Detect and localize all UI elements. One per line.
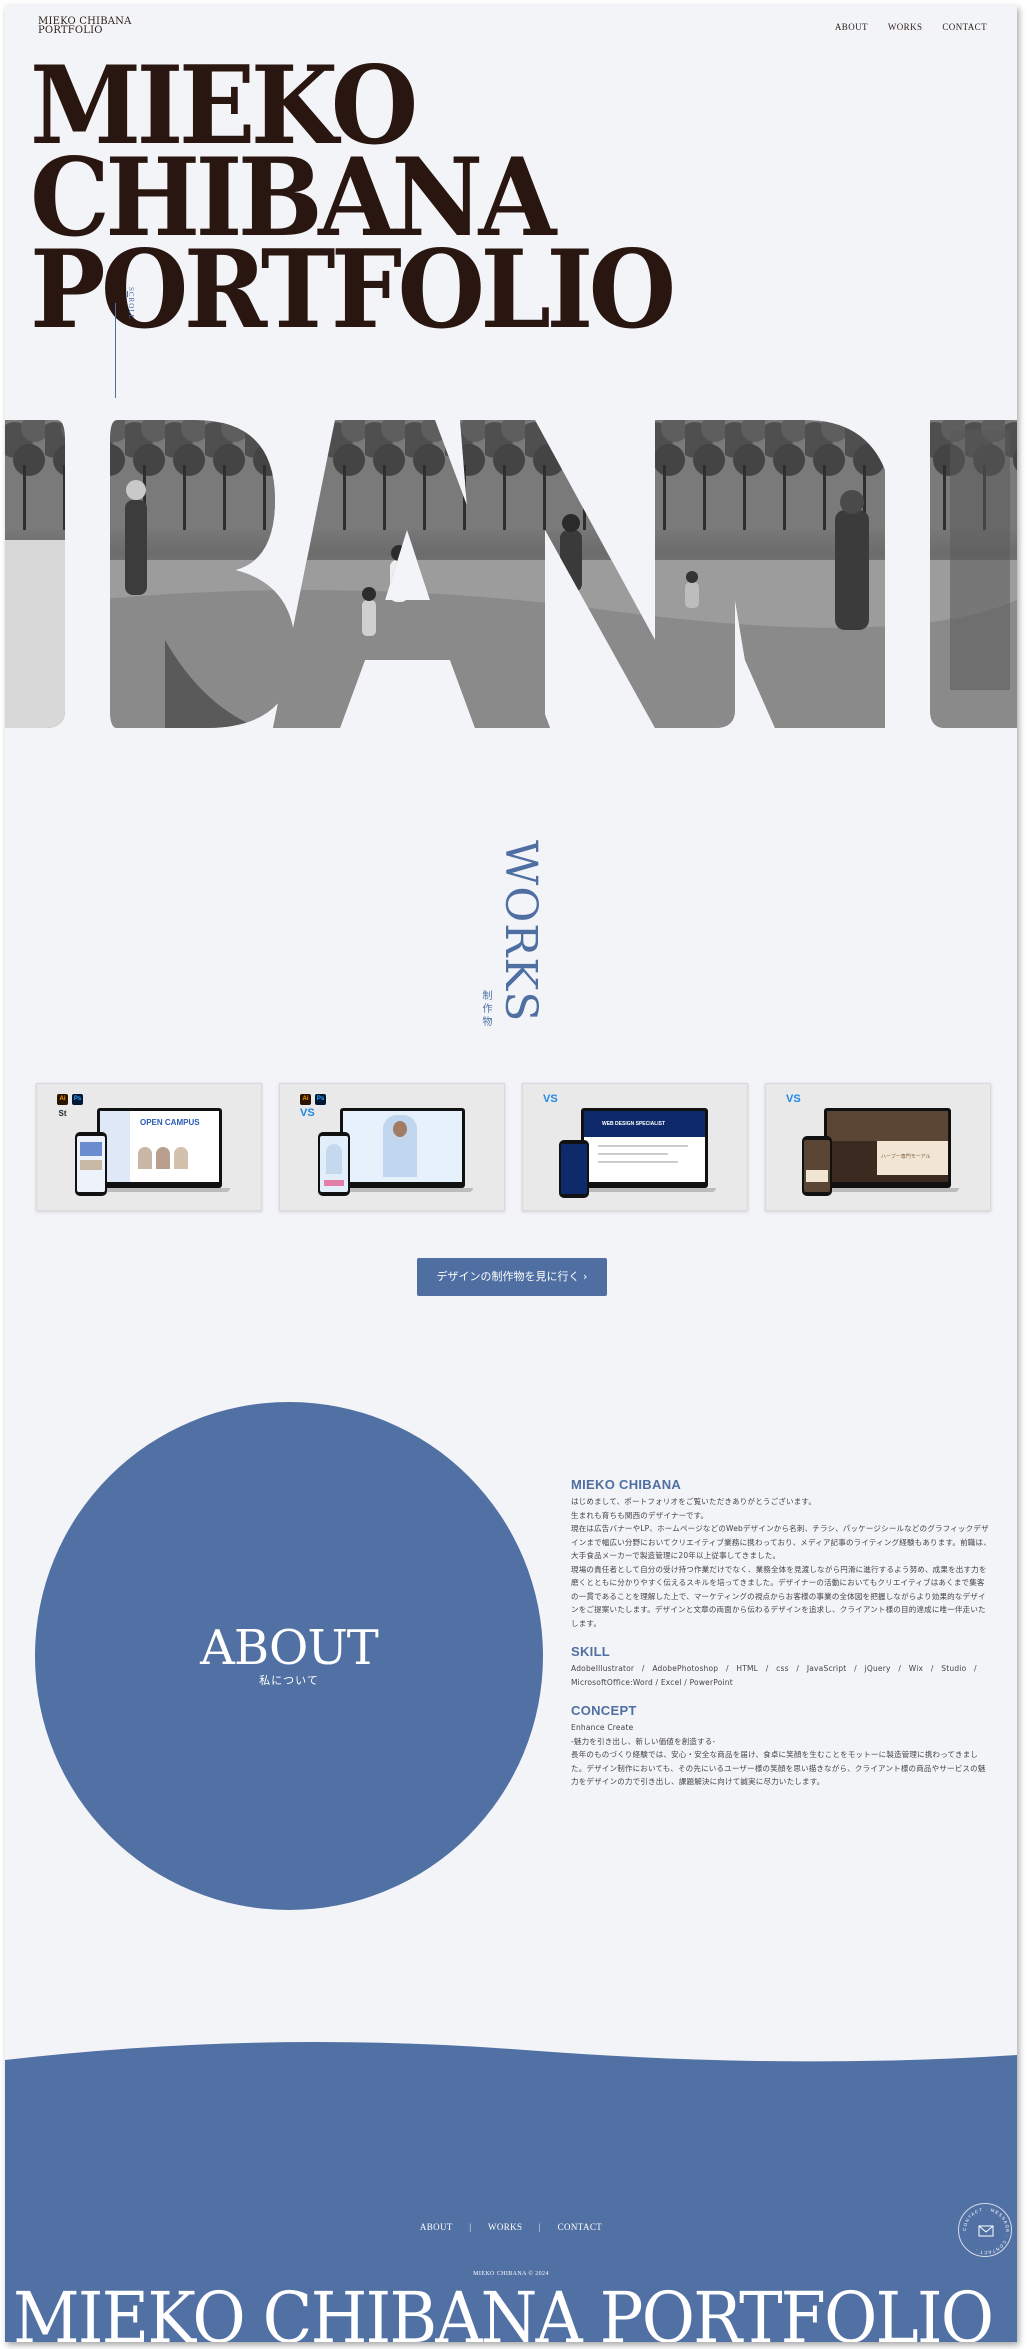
concept-block: CONCEPT Enhance Create -魅力を引き出し、新しい価値を創造… [571,1703,991,1789]
concept-heading: CONCEPT [571,1703,637,1718]
concept-line-2: -魅力を引き出し、新しい価値を創造する- [571,1736,716,1746]
photo-letter-strip [5,420,1017,728]
vscode-icon: VS [300,1107,315,1119]
site-logo[interactable]: MIEKO CHIBANA PORTFOLIO [38,17,132,36]
studio-icon: St [58,1109,67,1118]
header-nav: ABOUT WORKS CONTACT [835,22,987,32]
work-card-open-campus[interactable]: Ai Ps St OPEN CAMPUS [36,1083,262,1211]
intro-line-2: 生まれも育ちも関西のデザイナーです。 [571,1510,709,1520]
profile-block: MIEKO CHIBANA はじめまして、ポートフォリオをご覧いただきありがとう… [571,1477,991,1630]
illustrator-icon: Ai [300,1094,311,1105]
phone-screen [561,1144,587,1194]
skill-block: SKILL AdobeIllustrator / AdobePhotoshop … [571,1644,991,1689]
mail-icon: CONTACT · MESSAGE · CONTACT · [962,2207,1010,2255]
about-text: MIEKO CHIBANA はじめまして、ポートフォリオをご覧いただきありがとう… [571,1477,991,1803]
card-caption: OPEN CAMPUS [140,1118,200,1127]
monitor-screen [343,1111,462,1182]
footer-nav-works[interactable]: WORKS [488,2222,523,2232]
skill-line-2: MicrosoftOffice:Word / Excel / PowerPoin… [571,1677,733,1687]
footer-big-title: MIEKO CHIBANA PORTFOLIO [13,2277,994,2342]
concept-line-3: 長年のものづくり経験では、安心・安全な商品を届け、食卓に笑顔を生むことをモットー… [571,1750,986,1786]
vscode-icon: VS [786,1093,801,1105]
hero-title-line-1: MIEKO CHIBANA [30,43,556,261]
monitor-base [816,1188,959,1192]
work-card-herb-shop[interactable]: VS ハーブー専門モーアル [765,1083,991,1211]
scroll-line [115,303,116,398]
intro-line-3: 現在は広告バナーやLP、ホームページなどのWebデザインから名刺、チラシ、パッケ… [571,1524,991,1560]
concept-line-1: Enhance Create [571,1723,634,1732]
contact-badge-text: CONTACT · MESSAGE · CONTACT · [962,2207,1009,2255]
phone-mockup [75,1132,107,1196]
works-cards: Ai Ps St OPEN CAMPUS Ai Ps VS VS WEB DES… [36,1083,991,1211]
monitor-mockup: ハーブー専門モーアル [824,1108,951,1188]
phone-screen [320,1136,348,1192]
work-card-web-specialist[interactable]: VS WEB DESIGN SPECIALIST [522,1083,748,1211]
works-subtitle: 制作物 [480,990,491,1029]
phone-mockup [318,1132,350,1196]
footer-nav: ABOUT | WORKS | CONTACT [5,2217,1017,2235]
nav-works[interactable]: WORKS [888,22,923,32]
skill-heading: SKILL [571,1644,611,1659]
view-works-button[interactable]: デザインの制作物を見に行く › [417,1258,607,1296]
contact-badge[interactable]: CONTACT · MESSAGE · CONTACT · [958,2203,1012,2257]
intro-line-1: はじめまして、ポートフォリオをご覧いただきありがとうございます。 [571,1497,817,1506]
intro-line-4: 現場の責任者として自分の受け持つ作業だけでなく、業務全体を見渡しながら円滑に進行… [571,1564,987,1628]
footer-nav-separator: | [469,2222,472,2232]
about-title: ABOUT [200,1620,379,1676]
card-caption: WEB DESIGN SPECIALIST [602,1121,666,1127]
logo-line-2: PORTFOLIO [38,25,103,36]
phone-screen [804,1140,830,1192]
phone-screen [77,1136,105,1192]
illustrator-icon: Ai [57,1094,68,1105]
monitor-mockup: OPEN CAMPUS [97,1108,222,1188]
footer-nav-about[interactable]: ABOUT [420,2222,453,2232]
monitor-mockup [340,1108,465,1188]
phone-mockup [802,1136,832,1196]
work-card-beauty[interactable]: Ai Ps VS [279,1083,505,1211]
about-subtitle: 私について [259,1674,319,1687]
monitor-screen: WEB DESIGN SPECIALIST [584,1111,705,1182]
profile-name-heading: MIEKO CHIBANA [571,1477,682,1492]
footer-nav-separator: | [538,2222,542,2232]
photoshop-icon: Ps [315,1094,326,1105]
phone-mockup [559,1140,589,1198]
page-frame: MIEKO CHIBANA PORTFOLIO ABOUT WORKS CONT… [5,5,1017,2342]
monitor-base [573,1188,716,1192]
svg-text:CONTACT · MESSAGE · CONTACT ·: CONTACT · MESSAGE · CONTACT · [962,2207,1010,2255]
card-caption: ハーブー専門モーアル [881,1154,931,1160]
skill-line-1: AdobeIllustrator / AdobePhotoshop / HTML… [571,1664,977,1673]
nav-contact[interactable]: CONTACT [942,22,987,32]
works-title: WORKS [495,840,546,1023]
hero-title: MIEKO CHIBANA PORTFOLIO [30,43,941,353]
photoshop-icon: Ps [72,1094,83,1105]
hero-title-line-2: PORTFOLIO [30,227,676,353]
footer-nav-contact[interactable]: CONTACT [558,2222,603,2232]
monitor-mockup: WEB DESIGN SPECIALIST [581,1108,708,1188]
nav-about[interactable]: ABOUT [835,22,868,32]
scroll-label: SCROLL [127,287,135,320]
monitor-screen: ハーブー専門モーアル [827,1111,948,1182]
vscode-icon: VS [543,1093,558,1105]
monitor-screen: OPEN CAMPUS [100,1111,219,1182]
monitor-base [89,1188,230,1192]
monitor-base [332,1188,473,1192]
